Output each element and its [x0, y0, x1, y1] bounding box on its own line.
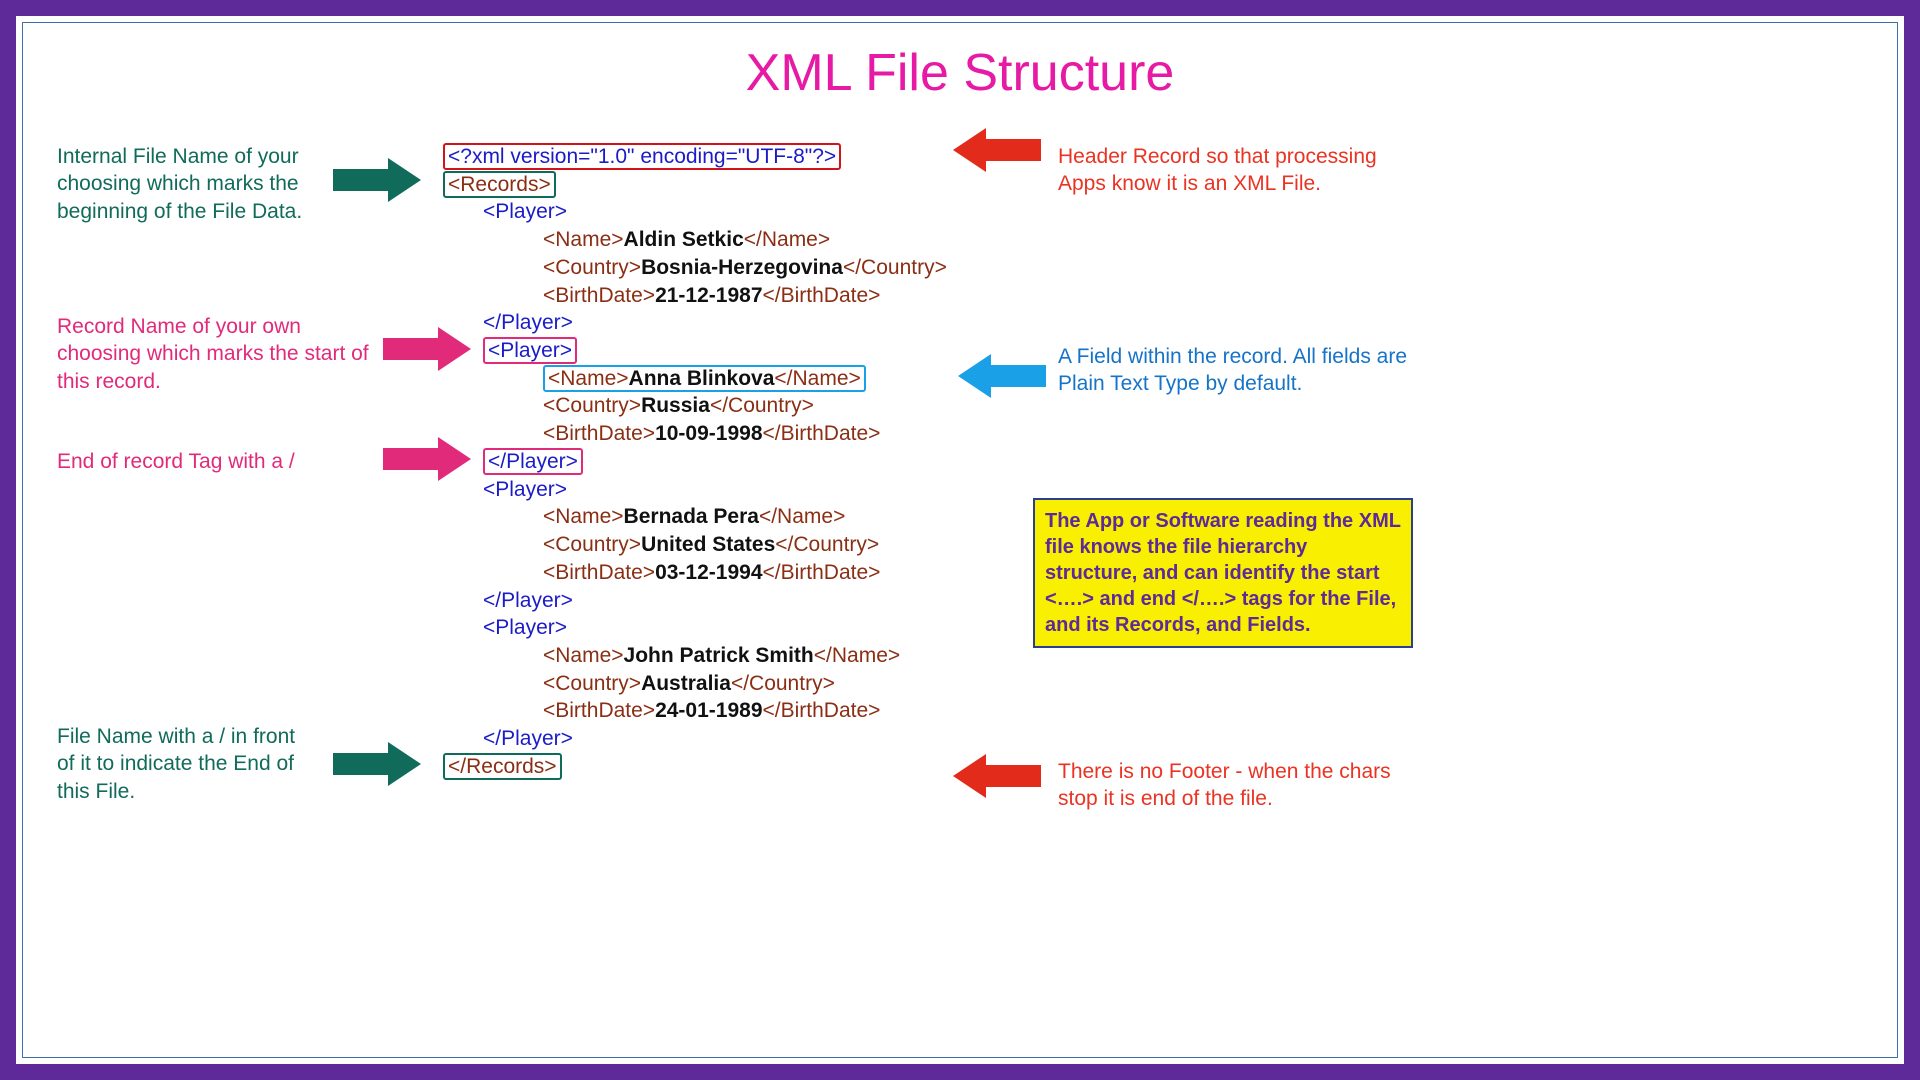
player-close: </Player> — [443, 725, 1053, 753]
player-close: </Player> — [443, 587, 1053, 615]
annotation-internal-file-name: Internal File Name of your choosing whic… — [57, 143, 347, 225]
birthdate-field: <BirthDate>21-12-1987</BirthDate> — [443, 282, 1053, 310]
player-open: <Player> — [443, 614, 1053, 642]
country-field: <Country>Bosnia-Herzegovina</Country> — [443, 254, 1053, 282]
country-field: <Country>United States</Country> — [443, 531, 1053, 559]
player-close-highlighted: </Player> — [443, 448, 1053, 476]
birthdate-field: <BirthDate>10-09-1998</BirthDate> — [443, 420, 1053, 448]
info-box: The App or Software reading the XML file… — [1033, 498, 1413, 648]
annotation-end-record: End of record Tag with a / — [57, 448, 377, 475]
annotation-no-footer: There is no Footer - when the chars stop… — [1058, 758, 1428, 813]
page-title: XML File Structure — [23, 43, 1897, 103]
player-open: <Player> — [443, 476, 1053, 504]
name-field: <Name>Bernada Pera</Name> — [443, 503, 1053, 531]
birthdate-field: <BirthDate>03-12-1994</BirthDate> — [443, 559, 1053, 587]
country-field: <Country>Australia</Country> — [443, 670, 1053, 698]
records-open-tag: <Records> — [443, 171, 1053, 199]
player-open: <Player> — [443, 198, 1053, 226]
xml-code-block: <?xml version="1.0" encoding="UTF-8"?> <… — [443, 143, 1053, 781]
annotation-header-record: Header Record so that processing Apps kn… — [1058, 143, 1388, 198]
name-field: <Name>John Patrick Smith</Name> — [443, 642, 1053, 670]
slide-frame: XML File Structure <?xml version="1.0" e… — [0, 0, 1920, 1080]
birthdate-field: <BirthDate>24-01-1989</BirthDate> — [443, 697, 1053, 725]
annotation-record-name: Record Name of your own choosing which m… — [57, 313, 377, 395]
annotation-file-close: File Name with a / in front of it to ind… — [57, 723, 317, 805]
player-close: </Player> — [443, 309, 1053, 337]
annotation-field-note: A Field within the record. All fields ar… — [1058, 343, 1408, 398]
name-field: <Name>Aldin Setkic</Name> — [443, 226, 1053, 254]
slide-inner: XML File Structure <?xml version="1.0" e… — [22, 22, 1898, 1058]
